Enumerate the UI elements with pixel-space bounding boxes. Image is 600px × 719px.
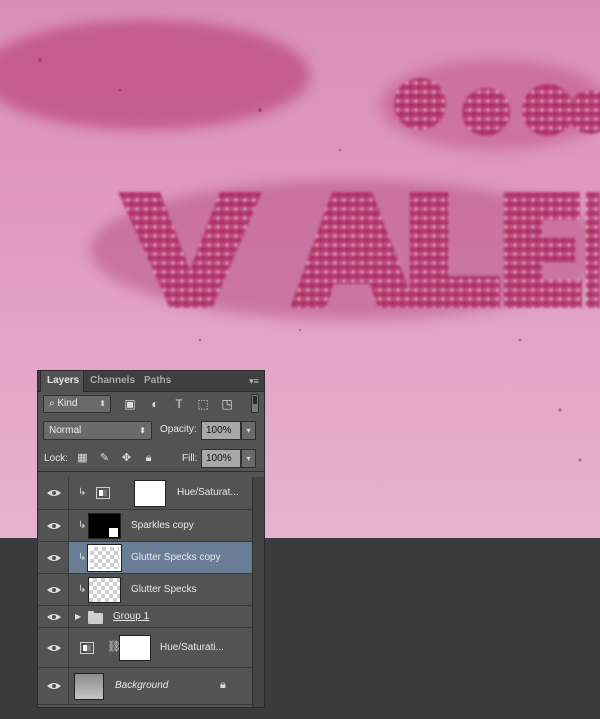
panel-tab-bar: Layers Channels Paths ▾≡ [38,371,264,392]
adjustment-layer-icon [80,642,94,654]
lock-transparent-icon[interactable]: ▦ [76,452,89,465]
layer-row-selected[interactable]: ↳ Glutter Specks copy [38,542,252,574]
image-filter-icon[interactable]: ▣ [123,397,137,411]
adjustment-layer-icon [96,487,110,499]
blend-mode-select[interactable]: Normal ⬍ [43,421,152,440]
layer-row[interactable]: ↳ Hue/Saturat... [38,477,252,510]
layer-thumbnail[interactable] [88,513,121,539]
opacity-label: Opacity: [160,424,197,435]
layer-list-scrollbar[interactable] [252,477,264,707]
layer-name[interactable]: Sparkles copy [131,520,194,531]
layer-mask-thumbnail[interactable] [134,480,166,507]
lock-row: Lock: ▦ ✎ ✥ 🔒︎ Fill: 100% ▾ [38,447,264,472]
menu-icon[interactable]: ▾≡ [248,375,260,387]
layers-panel: Layers Channels Paths ▾≡ ⌕ Kind ⬍ ▣ ◐ T … [37,370,265,708]
shape-filter-icon[interactable]: ⬚ [196,397,210,411]
visibility-toggle[interactable] [38,668,69,704]
eye-icon [47,555,61,561]
visibility-toggle[interactable] [38,477,69,509]
clipping-arrow-icon: ↳ [78,552,87,563]
eye-icon [47,490,61,496]
layer-list: ↳ Hue/Saturat... ↳ Sparkles copy ↳ Glutt… [38,477,252,707]
layer-row[interactable]: ⛓︎ Hue/Saturati... [38,628,252,668]
adjustment-filter-icon[interactable]: ◐ [148,397,162,411]
fill-label: Fill: [182,453,198,464]
layer-row[interactable]: Background 🔒︎ [38,668,252,705]
layer-name[interactable]: Group 1 [113,611,149,622]
filter-row: ⌕ Kind ⬍ ▣ ◐ T ⬚ ◳ [38,392,264,416]
clipping-arrow-icon: ↳ [78,520,87,531]
layer-thumbnail[interactable] [74,673,104,700]
layer-thumbnail[interactable] [87,544,122,572]
tab-channels[interactable]: Channels [84,371,136,391]
layer-name[interactable]: Glutter Specks [131,584,197,595]
type-filter-icon[interactable]: T [172,397,186,411]
visibility-toggle[interactable] [38,606,69,627]
lock-move-icon[interactable]: ✥ [120,452,133,465]
layer-name[interactable]: Hue/Saturati... [160,642,224,653]
filter-toggle-switch[interactable] [251,394,259,413]
eye-icon [47,614,61,620]
layer-row[interactable]: ↳ Sparkles copy [38,510,252,542]
stepper-icon: ⬍ [99,399,106,408]
eye-icon [47,523,61,529]
filter-kind-label: Kind [57,398,78,409]
opacity-dropdown[interactable]: ▾ [241,421,256,440]
filter-kind-select[interactable]: ⌕ Kind ⬍ [43,395,111,413]
fill-input[interactable]: 100% [201,449,241,468]
layer-name[interactable]: Hue/Saturat... [177,487,239,498]
fill-dropdown[interactable]: ▾ [241,449,256,468]
smart-object-filter-icon[interactable]: ◳ [220,397,234,411]
expand-arrow-icon[interactable]: ▶ [75,612,81,621]
layer-thumbnail[interactable] [88,577,121,603]
opacity-input[interactable]: 100% [201,421,241,440]
blend-mode-value: Normal [49,425,82,436]
stepper-icon: ⬍ [139,426,146,435]
layer-row[interactable]: ↳ Glutter Specks [38,574,252,606]
smart-object-badge-icon [108,527,119,538]
eye-icon [47,587,61,593]
clipping-arrow-icon: ↳ [78,584,87,595]
layer-group-row[interactable]: ▶ Group 1 [38,606,252,628]
folder-icon [88,611,103,624]
tab-layers[interactable]: Layers [40,371,84,392]
lock-label: Lock: [44,453,68,464]
lock-all-icon[interactable]: 🔒︎ [142,452,155,465]
clipping-arrow-icon: ↳ [78,487,87,498]
visibility-toggle[interactable] [38,510,69,541]
visibility-toggle[interactable] [38,542,69,573]
layer-mask-thumbnail[interactable] [119,635,151,661]
tab-paths[interactable]: Paths [138,371,178,391]
eye-icon [47,645,61,651]
visibility-toggle[interactable] [38,628,69,667]
visibility-toggle[interactable] [38,574,69,605]
layer-name[interactable]: Background [115,680,168,691]
blend-row: Normal ⬍ Opacity: 100% ▾ [38,419,264,443]
padlock-icon: 🔒︎ [220,679,226,691]
eye-icon [47,683,61,689]
lock-paint-icon[interactable]: ✎ [98,452,111,465]
layer-name[interactable]: Glutter Specks copy [131,552,220,563]
